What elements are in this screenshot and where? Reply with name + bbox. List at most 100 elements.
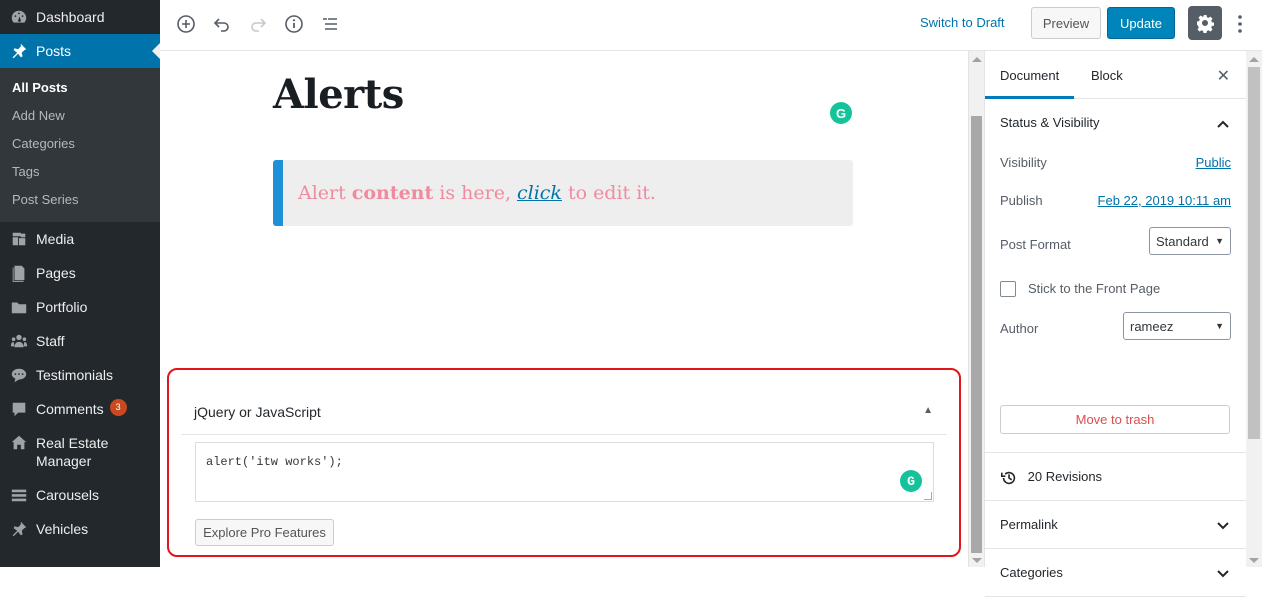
dropdown-arrow-icon: ▼ <box>1215 236 1224 246</box>
menu-item-testimonials[interactable]: Testimonials <box>0 358 160 392</box>
comment-icon <box>9 399 29 419</box>
stick-to-front-checkbox[interactable] <box>1000 281 1016 297</box>
publish-row: Publish Feb 22, 2019 10:11 am <box>1000 193 1231 208</box>
menu-label-real-estate-line1: Real Estate <box>36 435 109 451</box>
admin-sidebar: Dashboard Posts All Posts Add New Catego… <box>0 0 160 567</box>
settings-tabs: Document Block ✕ <box>985 51 1246 99</box>
menu-item-pages[interactable]: Pages <box>0 256 160 290</box>
post-format-row: Post Format Standard ▼ <box>1000 227 1231 267</box>
alert-block[interactable]: Alert content is here, click to edit it. <box>273 160 853 226</box>
explore-pro-features-button[interactable]: Explore Pro Features <box>195 519 334 546</box>
scroll-down-arrow-icon[interactable] <box>972 558 982 563</box>
visibility-value-link[interactable]: Public <box>1196 155 1231 170</box>
permalink-title: Permalink <box>1000 517 1058 532</box>
scroll-up-arrow-icon[interactable] <box>972 57 982 62</box>
post-title[interactable]: Alerts <box>273 71 404 118</box>
menu-label-media: Media <box>36 231 75 247</box>
groups-icon <box>9 331 29 351</box>
undo-icon[interactable] <box>208 12 236 36</box>
sticky-row: Stick to the Front Page <box>1000 281 1231 301</box>
menu-item-posts[interactable]: Posts <box>0 34 160 68</box>
scroll-down-arrow-icon[interactable] <box>1249 558 1259 563</box>
menu-label-vehicles: Vehicles <box>36 521 89 537</box>
categories-panel[interactable]: Categories <box>985 549 1246 597</box>
visibility-row: Visibility Public <box>1000 155 1231 170</box>
scroll-up-arrow-icon[interactable] <box>1249 57 1259 62</box>
publish-date-link[interactable]: Feb 22, 2019 10:11 am <box>1098 193 1231 208</box>
menu-label-posts: Posts <box>36 43 72 59</box>
media-icon <box>9 229 29 249</box>
menu-label-portfolio: Portfolio <box>36 299 88 315</box>
alert-click-link[interactable]: click <box>517 182 562 204</box>
alert-text-middle: is here, <box>439 182 511 204</box>
menu-item-dashboard[interactable]: Dashboard <box>0 0 160 34</box>
submenu-item-post-series[interactable]: Post Series <box>0 186 160 214</box>
menu-label-carousels: Carousels <box>36 487 100 503</box>
pushpin-icon <box>9 41 29 61</box>
revisions-panel[interactable]: 20 Revisions <box>985 453 1246 501</box>
menu-item-real-estate-manager[interactable]: Real Estate Manager <box>0 426 160 478</box>
menu-label-staff: Staff <box>36 333 65 349</box>
settings-scrollbar[interactable] <box>1246 51 1262 567</box>
status-visibility-panel: Status & Visibility Visibility Public Pu… <box>985 99 1246 453</box>
submenu-item-all-posts[interactable]: All Posts <box>0 74 160 102</box>
menu-label-real-estate-manager: Real Estate Manager <box>36 433 108 471</box>
revisions-label: 20 Revisions <box>1027 469 1103 484</box>
home-icon <box>9 433 29 453</box>
comments-count-badge: 3 <box>109 399 127 416</box>
author-label: Author <box>1000 321 1039 336</box>
update-button[interactable]: Update <box>1107 7 1175 39</box>
post-format-label: Post Format <box>1000 237 1071 252</box>
textarea-resize-handle[interactable] <box>924 492 932 500</box>
editor-header: Switch to Draft Preview Update <box>160 0 1262 51</box>
post-format-value: Standard <box>1156 234 1209 249</box>
author-select[interactable]: rameez ▼ <box>1123 312 1231 340</box>
post-format-select[interactable]: Standard ▼ <box>1149 227 1231 255</box>
gear-icon <box>1197 15 1214 33</box>
author-value: rameez <box>1130 319 1174 334</box>
menu-label-pages: Pages <box>36 265 76 281</box>
collapse-triangle-icon[interactable]: ▲ <box>923 405 933 416</box>
preview-button[interactable]: Preview <box>1031 7 1101 39</box>
menu-item-staff[interactable]: Staff <box>0 324 160 358</box>
menu-item-portfolio[interactable]: Portfolio <box>0 290 160 324</box>
menu-item-media[interactable]: Media <box>0 222 160 256</box>
settings-gear-button[interactable] <box>1188 6 1222 40</box>
more-options-icon[interactable] <box>1230 12 1250 36</box>
editor-scrollbar[interactable] <box>968 51 984 567</box>
code-text: alert('itw works'); <box>206 455 343 469</box>
vehicles-pin-icon <box>9 519 29 539</box>
move-to-trash-button[interactable]: Move to trash <box>1000 405 1230 434</box>
block-navigation-icon[interactable] <box>316 12 344 36</box>
grammarly-icon[interactable]: G <box>900 470 922 492</box>
tab-document[interactable]: Document <box>985 51 1075 99</box>
submenu-item-categories[interactable]: Categories <box>0 130 160 158</box>
tab-block[interactable]: Block <box>1091 51 1123 99</box>
menu-item-comments[interactable]: Comments 3 <box>0 392 160 426</box>
sticky-label: Stick to the Front Page <box>1028 281 1161 296</box>
info-icon[interactable] <box>280 12 308 36</box>
alert-text-prefix: Alert <box>298 182 346 204</box>
switch-to-draft-link[interactable]: Switch to Draft <box>920 15 1005 30</box>
settings-scrollbar-thumb[interactable] <box>1248 67 1260 439</box>
settings-sidebar: Document Block ✕ Status & Visibility Vis… <box>984 51 1246 597</box>
close-icon[interactable]: ✕ <box>1217 66 1230 86</box>
alert-text-suffix: to edit it. <box>567 182 656 204</box>
grammarly-icon[interactable]: G <box>830 102 852 124</box>
menu-label-testimonials: Testimonials <box>36 367 114 383</box>
javascript-metabox: jQuery or JavaScript ▲ alert('itw works'… <box>167 368 961 557</box>
menu-item-vehicles[interactable]: Vehicles <box>0 512 160 546</box>
chevron-up-icon <box>1216 99 1230 147</box>
add-block-icon[interactable] <box>172 12 200 36</box>
menu-item-carousels[interactable]: Carousels <box>0 478 160 512</box>
redo-icon[interactable] <box>244 12 272 36</box>
submenu-item-add-new[interactable]: Add New <box>0 102 160 130</box>
javascript-code-textarea[interactable]: alert('itw works'); G <box>195 442 934 502</box>
menu-label-comments: Comments <box>36 401 104 417</box>
permalink-panel[interactable]: Permalink <box>985 501 1246 549</box>
submenu-item-tags[interactable]: Tags <box>0 158 160 186</box>
status-visibility-title: Status & Visibility <box>1000 115 1100 130</box>
editor-scrollbar-thumb[interactable] <box>971 116 982 553</box>
metabox-title: jQuery or JavaScript <box>194 404 321 420</box>
status-visibility-header[interactable]: Status & Visibility <box>985 99 1246 147</box>
